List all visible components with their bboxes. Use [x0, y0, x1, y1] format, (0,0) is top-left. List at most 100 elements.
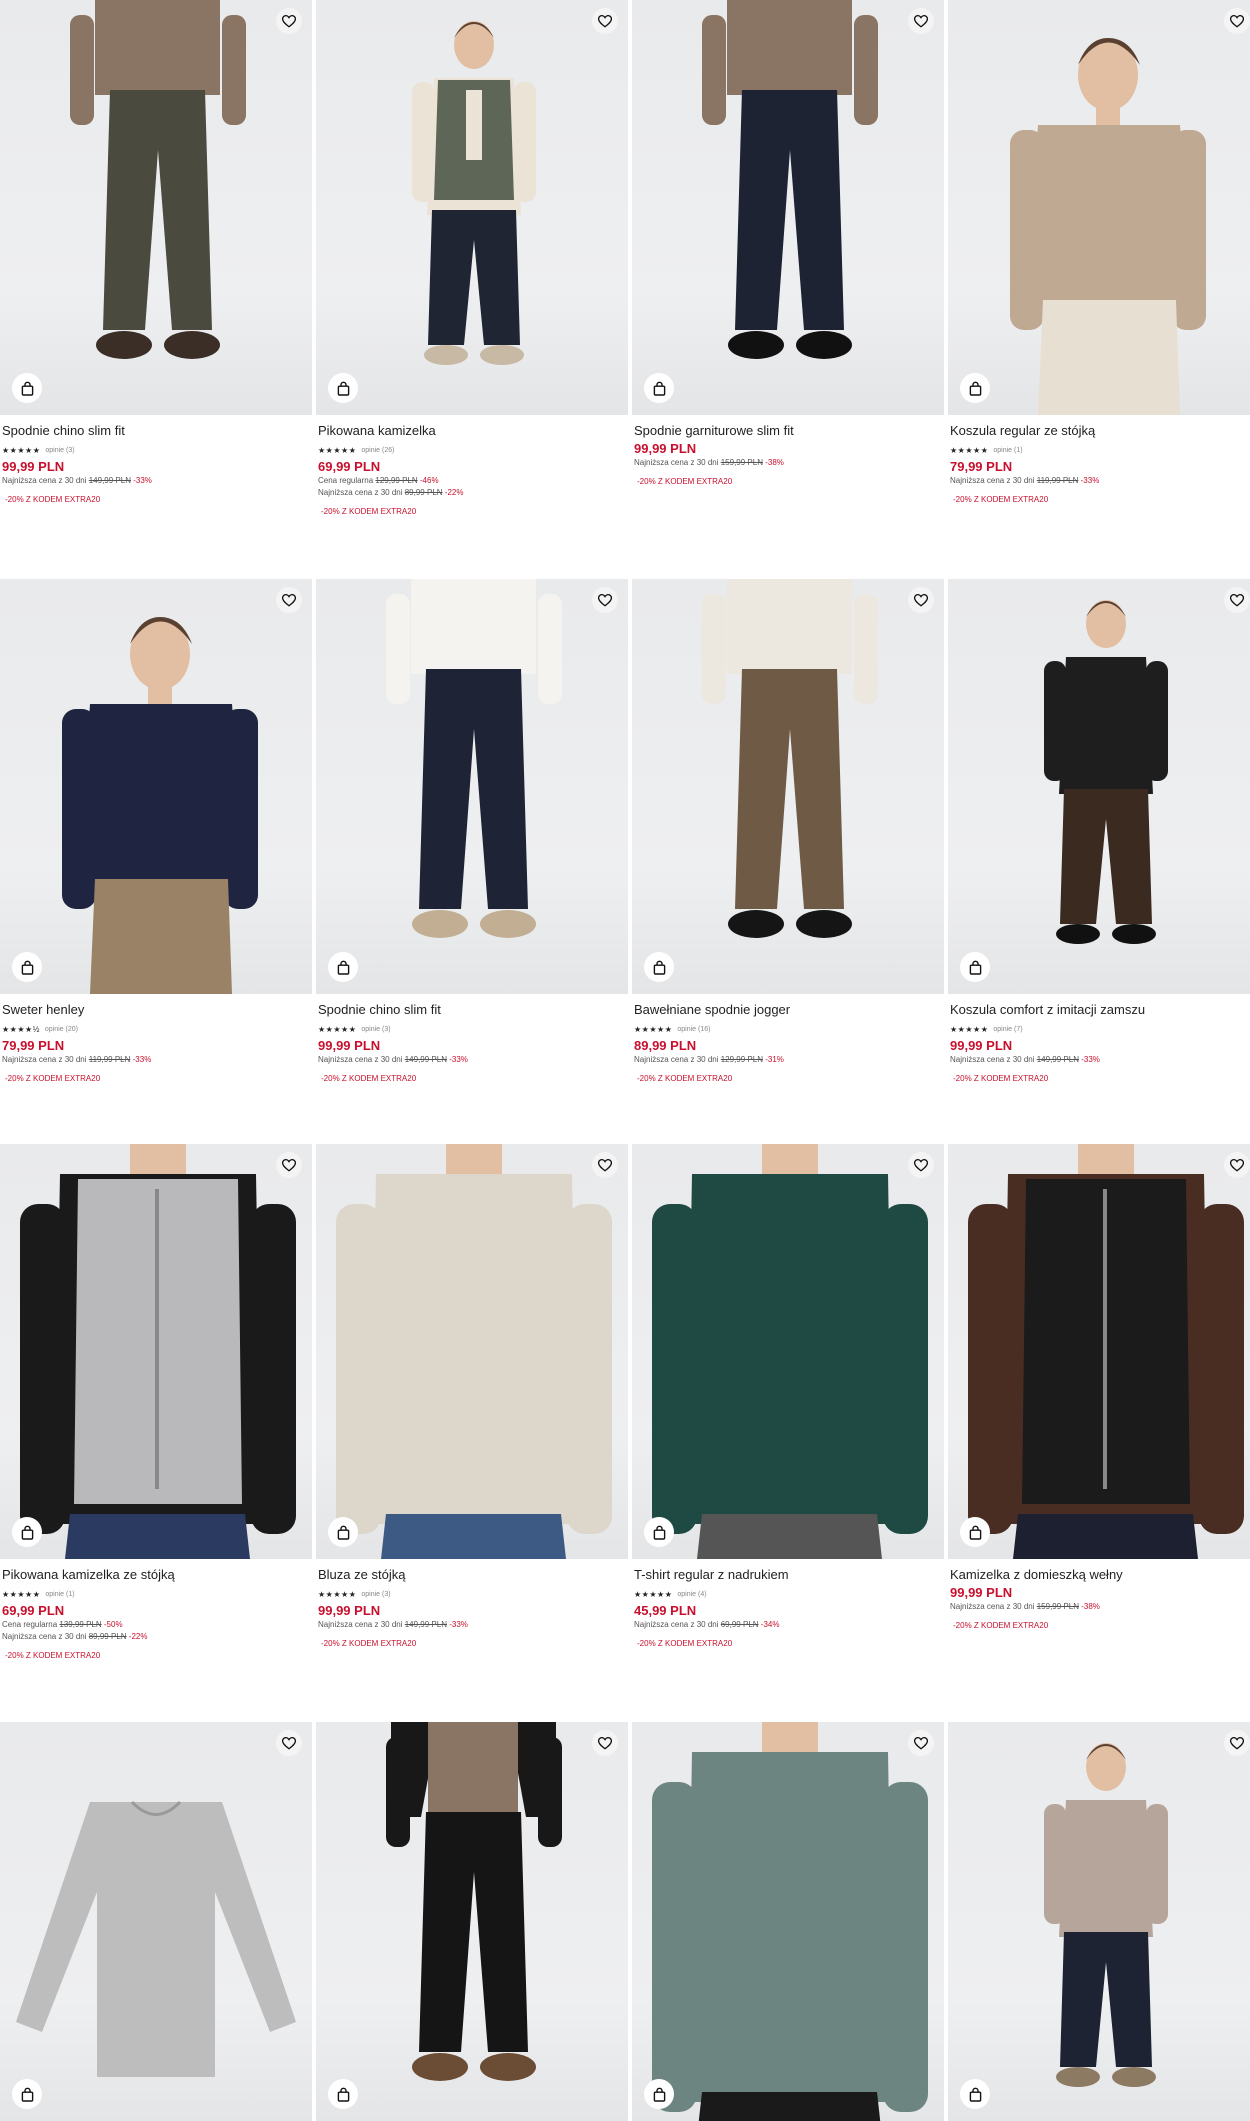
product-image[interactable] [0, 1722, 312, 2121]
product-image[interactable] [632, 1144, 944, 1559]
add-to-bag-button[interactable] [960, 1517, 990, 1547]
shopping-bag-icon [337, 381, 349, 396]
product-card-5[interactable]: Sweter henley ★★★★½ opinie (20) 79,99 PL… [0, 579, 312, 1083]
review-count[interactable]: opinie (1) [993, 447, 1022, 454]
wishlist-button[interactable] [592, 8, 618, 34]
wishlist-button[interactable] [276, 587, 302, 613]
product-title[interactable]: Bawełniane spodnie jogger [634, 1002, 944, 1018]
wishlist-button[interactable] [276, 1730, 302, 1756]
add-to-bag-button[interactable] [328, 952, 358, 982]
product-image[interactable] [948, 0, 1250, 415]
review-count[interactable]: opinie (26) [361, 447, 394, 454]
product-title[interactable]: Kamizelka z domieszką wełny [950, 1567, 1250, 1583]
product-card-1[interactable]: Spodnie chino slim fit ★★★★★ opinie (3) … [0, 0, 312, 504]
promo-code-label: -20% Z KODEM EXTRA20 [953, 1074, 1049, 1083]
wishlist-button[interactable] [592, 1152, 618, 1178]
add-to-bag-button[interactable] [12, 952, 42, 982]
product-image[interactable] [316, 579, 628, 994]
product-image[interactable] [632, 579, 944, 994]
add-to-bag-button[interactable] [644, 2079, 674, 2109]
product-card-16[interactable]: Cena regularna Najniższa cena z 30 dni -… [948, 1722, 1250, 2121]
lowest-price-30-days: Najniższa cena z 30 dni 89,99 PLN -22% [318, 488, 628, 500]
product-card-8[interactable]: Koszula comfort z imitacji zamszu ★★★★★ … [948, 579, 1250, 1083]
product-title[interactable]: Pikowana kamizelka ze stójką [2, 1567, 312, 1583]
product-image[interactable] [0, 0, 312, 415]
product-title[interactable]: Spodnie chino slim fit [318, 1002, 628, 1018]
product-title[interactable]: Spodnie chino slim fit [2, 423, 312, 439]
review-count[interactable]: opinie (1) [45, 1591, 74, 1598]
product-title[interactable]: Sweter henley [2, 1002, 312, 1018]
lowest-price-30-days: Najniższa cena z 30 dni 149,99 PLN -33% [318, 1620, 628, 1632]
add-to-bag-button[interactable] [12, 1517, 42, 1547]
add-to-bag-button[interactable] [644, 373, 674, 403]
lowest-price-30-days: Najniższa cena z 30 dni 149,99 PLN -33% [950, 1055, 1250, 1067]
product-card-10[interactable]: Bluza ze stójką ★★★★★ opinie (3) 99,99 P… [316, 1144, 628, 1648]
product-image[interactable] [316, 1722, 628, 2121]
wishlist-button[interactable] [908, 8, 934, 34]
wishlist-button[interactable] [592, 1730, 618, 1756]
wishlist-button[interactable] [908, 1152, 934, 1178]
add-to-bag-button[interactable] [12, 2079, 42, 2109]
add-to-bag-button[interactable] [960, 2079, 990, 2109]
product-image[interactable] [948, 1722, 1250, 2121]
wishlist-button[interactable] [1224, 1730, 1250, 1756]
review-count[interactable]: opinie (4) [677, 1591, 706, 1598]
product-card-12[interactable]: Kamizelka z domieszką wełny 99,99 PLN Ce… [948, 1144, 1250, 1630]
product-image[interactable] [0, 579, 312, 994]
product-card-7[interactable]: Bawełniane spodnie jogger ★★★★★ opinie (… [632, 579, 944, 1083]
add-to-bag-button[interactable] [960, 373, 990, 403]
product-image[interactable] [632, 1722, 944, 2121]
wishlist-button[interactable] [1224, 1152, 1250, 1178]
lowest-price-label: Najniższa cena z 30 dni [2, 1055, 87, 1064]
product-image[interactable] [316, 1144, 628, 1559]
product-title[interactable]: T-shirt regular z nadrukiem [634, 1567, 944, 1583]
product-title[interactable]: Spodnie garniturowe slim fit [634, 423, 944, 439]
review-count[interactable]: opinie (3) [361, 1026, 390, 1033]
review-count[interactable]: opinie (16) [677, 1026, 710, 1033]
review-count[interactable]: opinie (3) [361, 1591, 390, 1598]
add-to-bag-button[interactable] [960, 952, 990, 982]
product-image[interactable] [948, 579, 1250, 994]
product-title[interactable]: Koszula regular ze stójką [950, 423, 1250, 439]
review-count[interactable]: opinie (7) [993, 1026, 1022, 1033]
wishlist-button[interactable] [908, 587, 934, 613]
product-title[interactable]: Koszula comfort z imitacji zamszu [950, 1002, 1250, 1018]
product-card-3[interactable]: Spodnie garniturowe slim fit 99,99 PLN C… [632, 0, 944, 486]
rating-stars: ★★★★★ [634, 1589, 673, 1599]
add-to-bag-button[interactable] [12, 373, 42, 403]
product-card-14[interactable]: Cena regularna Najniższa cena z 30 dni -… [316, 1722, 628, 2121]
promo-code-label: -20% Z KODEM EXTRA20 [953, 1621, 1049, 1630]
wishlist-button[interactable] [276, 8, 302, 34]
product-card-13[interactable]: Cena regularna Najniższa cena z 30 dni -… [0, 1722, 312, 2121]
heart-icon [1230, 1158, 1244, 1172]
wishlist-button[interactable] [1224, 8, 1250, 34]
review-count[interactable]: opinie (3) [45, 447, 74, 454]
product-image[interactable] [948, 1144, 1250, 1559]
product-title[interactable]: Pikowana kamizelka [318, 423, 628, 439]
heart-icon [1230, 1736, 1244, 1750]
wishlist-button[interactable] [908, 1730, 934, 1756]
wishlist-button[interactable] [276, 1152, 302, 1178]
wishlist-button[interactable] [592, 587, 618, 613]
lowest-price-label: Najniższa cena z 30 dni [318, 488, 403, 497]
product-image[interactable] [0, 1144, 312, 1559]
lowest-price-30-days: Najniższa cena z 30 dni 159,99 PLN -38% [950, 1602, 1250, 1614]
review-count[interactable]: opinie (20) [45, 1026, 78, 1033]
add-to-bag-button[interactable] [328, 373, 358, 403]
product-card-6[interactable]: Spodnie chino slim fit ★★★★★ opinie (3) … [316, 579, 628, 1083]
product-card-4[interactable]: Koszula regular ze stójką ★★★★★ opinie (… [948, 0, 1250, 504]
wishlist-button[interactable] [1224, 587, 1250, 613]
add-to-bag-button[interactable] [328, 2079, 358, 2109]
product-card-11[interactable]: T-shirt regular z nadrukiem ★★★★★ opinie… [632, 1144, 944, 1648]
product-card-2[interactable]: Pikowana kamizelka ★★★★★ opinie (26) 69,… [316, 0, 628, 516]
add-to-bag-button[interactable] [644, 1517, 674, 1547]
shopping-bag-icon [653, 1525, 665, 1540]
product-title[interactable]: Bluza ze stójką [318, 1567, 628, 1583]
add-to-bag-button[interactable] [328, 1517, 358, 1547]
product-card-9[interactable]: Pikowana kamizelka ze stójką ★★★★★ opini… [0, 1144, 312, 1660]
add-to-bag-button[interactable] [644, 952, 674, 982]
shopping-bag-icon [337, 2087, 349, 2102]
product-image[interactable] [316, 0, 628, 415]
product-image[interactable] [632, 0, 944, 415]
product-card-15[interactable]: Cena regularna Najniższa cena z 30 dni -… [632, 1722, 944, 2121]
